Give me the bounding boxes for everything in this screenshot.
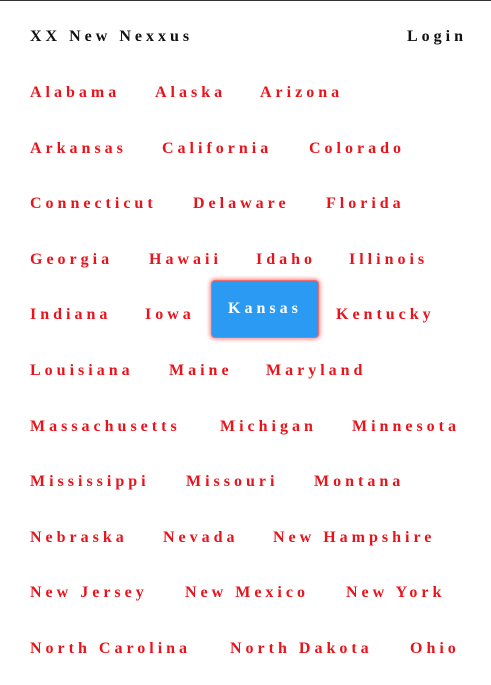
state-link-kansas[interactable]: Kansas bbox=[212, 281, 318, 338]
state-link-new-hampshire[interactable]: New Hampshire bbox=[273, 529, 435, 547]
state-link-arkansas[interactable]: Arkansas bbox=[30, 140, 127, 158]
state-link-alabama[interactable]: Alabama bbox=[30, 84, 120, 102]
state-link-north-dakota[interactable]: North Dakota bbox=[230, 640, 373, 658]
state-link-michigan[interactable]: Michigan bbox=[220, 418, 317, 436]
site-brand[interactable]: XX New Nexxus bbox=[30, 28, 193, 46]
state-link-montana[interactable]: Montana bbox=[314, 473, 404, 491]
state-link-colorado[interactable]: Colorado bbox=[309, 140, 405, 158]
state-row: Louisiana Maine Maryland bbox=[0, 351, 491, 407]
state-link-idaho[interactable]: Idaho bbox=[256, 251, 316, 269]
state-link-louisiana[interactable]: Louisiana bbox=[30, 362, 134, 380]
login-link[interactable]: Login bbox=[407, 28, 467, 46]
state-row: Connecticut Delaware Florida bbox=[0, 184, 491, 240]
state-link-illinois[interactable]: Illinois bbox=[349, 251, 428, 269]
state-row: Arkansas California Colorado bbox=[0, 129, 491, 185]
state-link-list: Alabama Alaska Arizona Arkansas California Co… bbox=[0, 73, 491, 685]
state-row: New Jersey New Mexico New York bbox=[0, 573, 491, 629]
state-link-hawaii[interactable]: Hawaii bbox=[149, 251, 222, 269]
state-link-new-york[interactable]: New York bbox=[346, 584, 445, 602]
state-link-new-mexico[interactable]: New Mexico bbox=[185, 584, 309, 602]
state-link-california[interactable]: California bbox=[162, 140, 272, 158]
state-link-massachusetts[interactable]: Massachusetts bbox=[30, 418, 181, 436]
state-link-maine[interactable]: Maine bbox=[169, 362, 233, 380]
state-row: Nebraska Nevada New Hampshire bbox=[0, 518, 491, 574]
state-link-iowa[interactable]: Iowa bbox=[145, 306, 195, 324]
state-link-delaware[interactable]: Delaware bbox=[193, 195, 290, 213]
state-link-georgia[interactable]: Georgia bbox=[30, 251, 113, 269]
state-row: Massachusetts Michigan Minnesota bbox=[0, 407, 491, 463]
state-link-nebraska[interactable]: Nebraska bbox=[30, 529, 128, 547]
top-navbar: XX New Nexxus Login bbox=[0, 1, 491, 73]
state-link-maryland[interactable]: Maryland bbox=[266, 362, 366, 380]
state-link-connecticut[interactable]: Connecticut bbox=[30, 195, 157, 213]
state-row: Indiana Iowa Kansas Kentucky bbox=[0, 281, 491, 351]
state-link-alaska[interactable]: Alaska bbox=[155, 84, 226, 102]
state-link-florida[interactable]: Florida bbox=[326, 195, 405, 213]
state-link-missouri[interactable]: Missouri bbox=[186, 473, 278, 491]
state-link-kentucky[interactable]: Kentucky bbox=[336, 306, 435, 324]
state-link-north-carolina[interactable]: North Carolina bbox=[30, 640, 191, 658]
state-row: Alabama Alaska Arizona bbox=[0, 73, 491, 129]
state-link-indiana[interactable]: Indiana bbox=[30, 306, 111, 324]
state-link-minnesota[interactable]: Minnesota bbox=[352, 418, 460, 436]
state-link-nevada[interactable]: Nevada bbox=[163, 529, 239, 547]
state-link-arizona[interactable]: Arizona bbox=[260, 84, 343, 102]
state-link-mississippi[interactable]: Mississippi bbox=[30, 473, 150, 491]
state-link-new-jersey[interactable]: New Jersey bbox=[30, 584, 148, 602]
state-row: Mississippi Missouri Montana bbox=[0, 462, 491, 518]
state-link-ohio[interactable]: Ohio bbox=[410, 640, 460, 658]
